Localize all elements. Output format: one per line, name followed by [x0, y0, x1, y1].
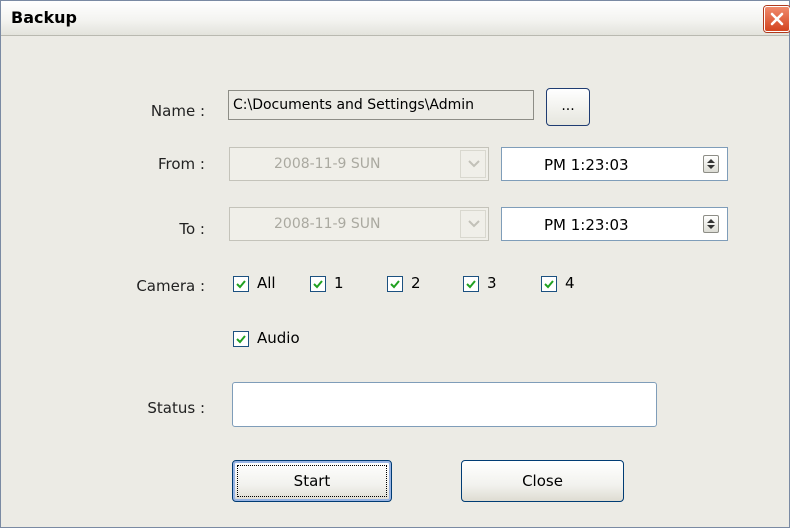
camera-3-label: 3: [487, 274, 497, 292]
audio-label: Audio: [257, 329, 300, 347]
chevron-down-icon: [468, 160, 480, 168]
browse-button[interactable]: ...: [546, 88, 590, 126]
start-button[interactable]: Start: [232, 460, 392, 502]
close-button-label: Close: [522, 472, 563, 490]
camera-4-checkbox[interactable]: [541, 276, 557, 292]
checkmark-icon: [390, 280, 400, 289]
checkmark-icon: [544, 280, 554, 289]
close-button[interactable]: Close: [461, 460, 624, 502]
status-field: [232, 382, 657, 427]
camera-3-checkbox[interactable]: [463, 276, 479, 292]
from-time-field[interactable]: PM 1:23:03: [501, 147, 728, 181]
camera-label: Camera :: [136, 277, 205, 295]
from-date-dropdown-button[interactable]: [460, 150, 486, 178]
camera-all-label: All: [257, 274, 276, 292]
start-button-label: Start: [293, 472, 331, 490]
checkmark-icon: [236, 335, 246, 344]
camera-1-label: 1: [334, 274, 344, 292]
camera-2-label: 2: [411, 274, 421, 292]
window-title: Backup: [11, 8, 77, 27]
status-label: Status :: [147, 399, 205, 417]
to-label: To :: [179, 220, 205, 238]
from-date-value: 2008-11-9 SUN: [274, 156, 381, 172]
spin-up-down-icon: [707, 219, 715, 229]
name-field[interactable]: C:\Documents and Settings\Admin: [228, 90, 534, 120]
camera-4-label: 4: [565, 274, 575, 292]
to-date-picker[interactable]: 2008-11-9 SUN: [229, 207, 489, 241]
to-time-value: PM 1:23:03: [544, 216, 629, 234]
from-label: From :: [158, 155, 205, 173]
camera-all-checkbox[interactable]: [233, 276, 249, 292]
from-date-picker[interactable]: 2008-11-9 SUN: [229, 147, 489, 181]
name-label: Name :: [150, 102, 205, 120]
from-time-value: PM 1:23:03: [544, 156, 629, 174]
to-time-field[interactable]: PM 1:23:03: [501, 207, 728, 241]
to-time-spinner[interactable]: [703, 215, 719, 233]
close-icon[interactable]: [764, 6, 790, 32]
from-time-spinner[interactable]: [703, 155, 719, 173]
to-date-value: 2008-11-9 SUN: [274, 216, 381, 232]
spin-up-down-icon: [707, 159, 715, 169]
checkmark-icon: [466, 280, 476, 289]
camera-1-checkbox[interactable]: [310, 276, 326, 292]
checkmark-icon: [313, 280, 323, 289]
chevron-down-icon: [468, 220, 480, 228]
checkmark-icon: [236, 280, 246, 289]
to-date-dropdown-button[interactable]: [460, 210, 486, 238]
audio-checkbox[interactable]: [233, 331, 249, 347]
backup-window: Backup Name : C:\Documents and Settings\…: [0, 0, 790, 528]
browse-button-label: ...: [561, 98, 575, 114]
camera-2-checkbox[interactable]: [387, 276, 403, 292]
title-bar[interactable]: Backup: [1, 1, 790, 36]
